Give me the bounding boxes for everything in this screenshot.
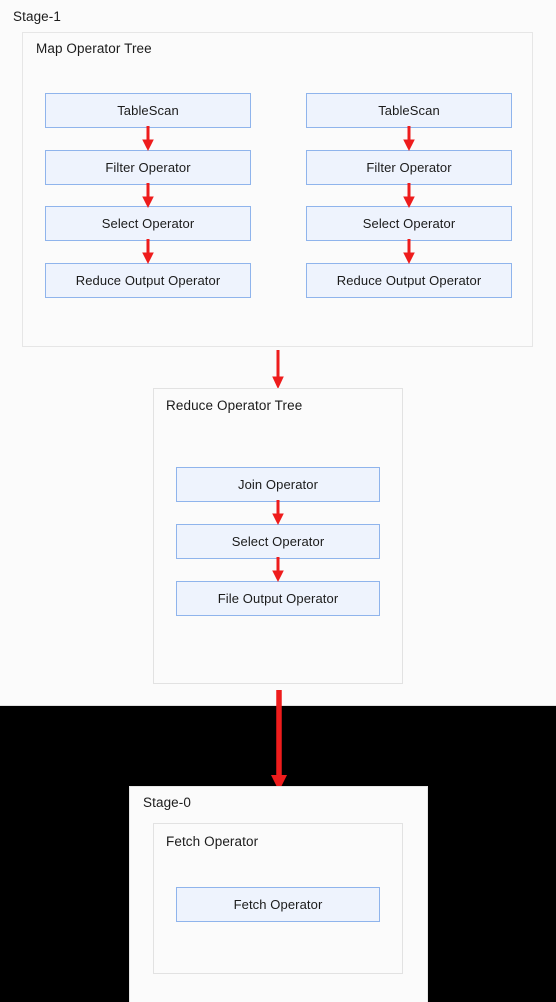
node-select-operator-reduce[interactable]: Select Operator	[176, 524, 380, 559]
arrow-stage1-to-stage0	[271, 690, 287, 791]
arrow-join-to-select	[272, 500, 284, 525]
node-label: Select Operator	[231, 534, 325, 549]
stage-1-label: Stage-1	[13, 9, 61, 24]
node-select-operator-left[interactable]: Select Operator	[45, 206, 251, 241]
arrow-map-right-tablescan-to-filter	[403, 126, 415, 151]
node-select-operator-right[interactable]: Select Operator	[306, 206, 512, 241]
stage-0-label: Stage-0	[143, 795, 191, 810]
reduce-operator-tree-label: Reduce Operator Tree	[166, 398, 303, 413]
fetch-operator-group-label: Fetch Operator	[166, 834, 259, 849]
map-operator-tree-label: Map Operator Tree	[36, 41, 152, 56]
node-label: File Output Operator	[217, 591, 339, 606]
node-label: Reduce Output Operator	[75, 273, 221, 288]
node-label: Select Operator	[362, 216, 456, 231]
node-label: Select Operator	[101, 216, 195, 231]
map-operator-tree-panel	[22, 32, 533, 347]
node-fetch-operator[interactable]: Fetch Operator	[176, 887, 380, 922]
node-join-operator[interactable]: Join Operator	[176, 467, 380, 502]
node-label: Filter Operator	[105, 160, 191, 175]
arrow-select-to-file-output	[272, 557, 284, 582]
node-filter-operator-right[interactable]: Filter Operator	[306, 150, 512, 185]
arrow-map-right-select-to-reduce-output	[403, 239, 415, 264]
node-filter-operator-left[interactable]: Filter Operator	[45, 150, 251, 185]
arrow-map-left-filter-to-select	[142, 183, 154, 208]
node-label: TableScan	[117, 103, 179, 118]
node-reduce-output-operator-left[interactable]: Reduce Output Operator	[45, 263, 251, 298]
node-label: Filter Operator	[366, 160, 452, 175]
arrow-map-left-select-to-reduce-output	[142, 239, 154, 264]
arrow-map-tree-to-reduce-tree	[272, 350, 284, 389]
node-label: Fetch Operator	[233, 897, 323, 912]
node-file-output-operator[interactable]: File Output Operator	[176, 581, 380, 616]
node-tablescan-right[interactable]: TableScan	[306, 93, 512, 128]
node-label: Reduce Output Operator	[336, 273, 482, 288]
node-tablescan-left[interactable]: TableScan	[45, 93, 251, 128]
stage-1-canvas: Stage-1 Map Operator Tree TableScan Filt…	[0, 0, 556, 706]
node-label: TableScan	[378, 103, 440, 118]
arrow-map-left-tablescan-to-filter	[142, 126, 154, 151]
node-reduce-output-operator-right[interactable]: Reduce Output Operator	[306, 263, 512, 298]
node-label: Join Operator	[237, 477, 319, 492]
arrow-map-right-filter-to-select	[403, 183, 415, 208]
